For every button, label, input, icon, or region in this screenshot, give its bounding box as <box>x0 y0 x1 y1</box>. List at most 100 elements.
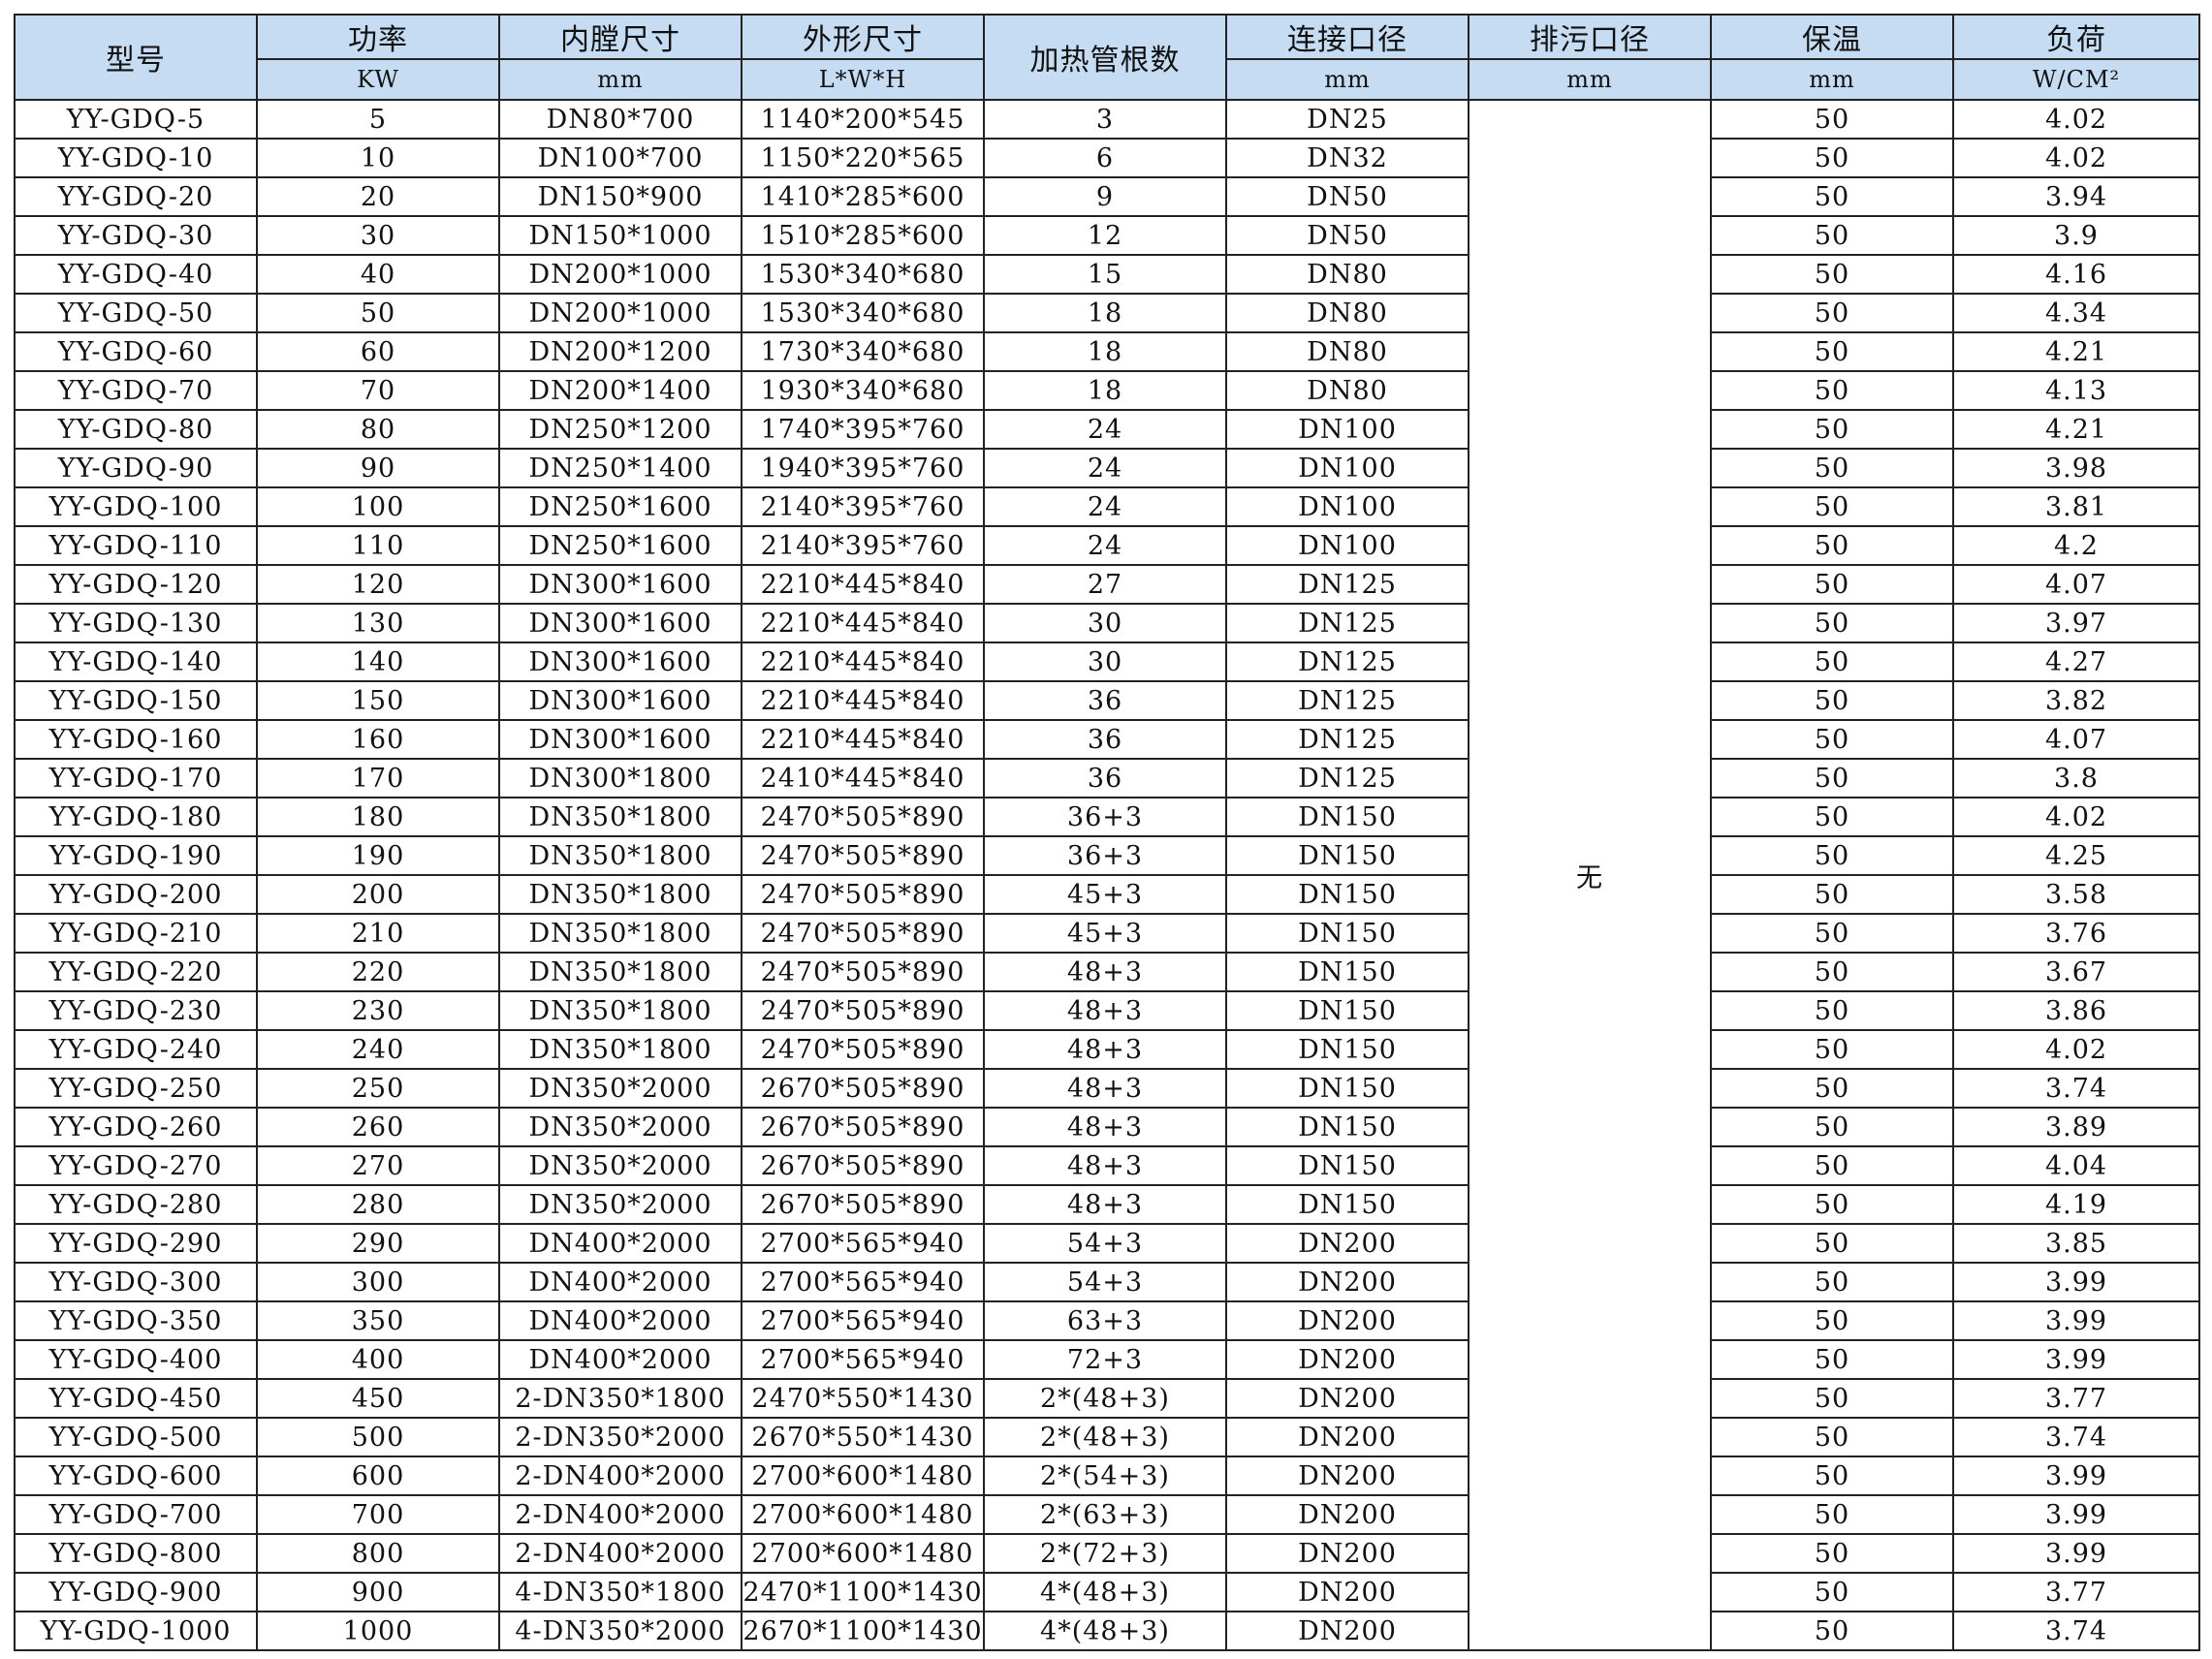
cell-power: 70 <box>256 370 500 411</box>
table-row: YY-GDQ-900 900 4-DN350*1800 2470*1100*1430 4… <box>14 1572 2200 1612</box>
cell-insul: 50 <box>1710 1107 1954 1147</box>
table-row: YY-GDQ-500 500 2-DN350*2000 2670*550*1430 2*… <box>14 1417 2200 1457</box>
header-row-top: 型号 功率 内膛尺寸 外形尺寸 加热管根数 连接口径 排污口径 保温 负荷 <box>14 14 2200 101</box>
table-row: YY-GDQ-100 100 DN250*1600 2140*395*760 24 DN1… <box>14 486 2200 527</box>
cell-load: 3.74 <box>1952 1068 2200 1109</box>
cell-load: 4.27 <box>1952 642 2200 682</box>
cell-inner: DN300*1600 <box>498 564 743 605</box>
cell-model: YY-GDQ-10 <box>14 138 258 178</box>
table-row: YY-GDQ-450 450 2-DN350*1800 2470*550*1430 2*… <box>14 1378 2200 1419</box>
table-row: YY-GDQ-250 250 DN350*2000 2670*505*890 48+3 D… <box>14 1068 2200 1109</box>
cell-power: 130 <box>256 603 500 643</box>
cell-outer: 2670*505*890 <box>741 1184 985 1225</box>
cell-insul: 50 <box>1710 486 1954 527</box>
table-row: YY-GDQ-700 700 2-DN400*2000 2700*600*1480 2*… <box>14 1494 2200 1535</box>
table-row: YY-GDQ-170 170 DN300*1800 2410*445*840 36 DN1… <box>14 758 2200 798</box>
cell-outer: 1930*340*680 <box>741 370 985 411</box>
cell-load: 3.74 <box>1952 1611 2200 1651</box>
cell-power: 10 <box>256 138 500 178</box>
cell-power: 5 <box>256 99 500 140</box>
cell-inner: DN350*1800 <box>498 797 743 837</box>
table-row: YY-GDQ-280 280 DN350*2000 2670*505*890 48+3 D… <box>14 1184 2200 1225</box>
cell-model: YY-GDQ-800 <box>14 1533 258 1574</box>
header-load: 负荷 <box>1952 14 2200 60</box>
table-row: YY-GDQ-190 190 DN350*1800 2470*505*890 36+3 D… <box>14 835 2200 876</box>
cell-tubes: 48+3 <box>983 990 1227 1031</box>
header-insul: 保温 <box>1710 14 1954 60</box>
cell-model: YY-GDQ-110 <box>14 525 258 566</box>
cell-outer: 2470*505*890 <box>741 990 985 1031</box>
cell-tubes: 4*(48+3) <box>983 1572 1227 1612</box>
cell-outer: 1740*395*760 <box>741 409 985 450</box>
cell-conn: DN150 <box>1225 1145 1469 1186</box>
cell-load: 3.67 <box>1952 952 2200 992</box>
cell-outer: 1510*285*600 <box>741 215 985 256</box>
cell-conn: DN200 <box>1225 1533 1469 1574</box>
cell-tubes: 2*(63+3) <box>983 1494 1227 1535</box>
header-tubes: 加热管根数 <box>983 14 1227 101</box>
cell-inner: 2-DN400*2000 <box>498 1533 743 1574</box>
cell-model: YY-GDQ-180 <box>14 797 258 837</box>
cell-insul: 50 <box>1710 913 1954 954</box>
cell-inner: DN300*1800 <box>498 758 743 798</box>
cell-model: YY-GDQ-20 <box>14 176 258 217</box>
cell-tubes: 18 <box>983 331 1227 372</box>
cell-model: YY-GDQ-700 <box>14 1494 258 1535</box>
cell-inner: DN350*1800 <box>498 913 743 954</box>
cell-outer: 2670*505*890 <box>741 1068 985 1109</box>
cell-power: 250 <box>256 1068 500 1109</box>
cell-conn: DN150 <box>1225 1184 1469 1225</box>
cell-model: YY-GDQ-210 <box>14 913 258 954</box>
cell-model: YY-GDQ-280 <box>14 1184 258 1225</box>
cell-power: 280 <box>256 1184 500 1225</box>
cell-insul: 50 <box>1710 1262 1954 1302</box>
cell-load: 3.94 <box>1952 176 2200 217</box>
cell-tubes: 36+3 <box>983 835 1227 876</box>
cell-power: 500 <box>256 1417 500 1457</box>
cell-conn: DN200 <box>1225 1572 1469 1612</box>
cell-conn: DN80 <box>1225 331 1469 372</box>
cell-insul: 50 <box>1710 835 1954 876</box>
cell-tubes: 45+3 <box>983 913 1227 954</box>
cell-inner: DN350*1800 <box>498 952 743 992</box>
cell-tubes: 54+3 <box>983 1262 1227 1302</box>
cell-outer: 2410*445*840 <box>741 758 985 798</box>
cell-outer: 1140*200*545 <box>741 99 985 140</box>
cell-model: YY-GDQ-130 <box>14 603 258 643</box>
cell-inner: DN250*1400 <box>498 448 743 488</box>
cell-inner: 2-DN350*2000 <box>498 1417 743 1457</box>
cell-conn: DN150 <box>1225 835 1469 876</box>
cell-insul: 50 <box>1710 176 1954 217</box>
table-row: YY-GDQ-90 90 DN250*1400 1940*395*760 24 DN100… <box>14 448 2200 488</box>
cell-load: 3.9 <box>1952 215 2200 256</box>
cell-inner: DN350*2000 <box>498 1068 743 1109</box>
cell-insul: 50 <box>1710 1300 1954 1341</box>
cell-load: 3.99 <box>1952 1533 2200 1574</box>
cell-load: 3.99 <box>1952 1339 2200 1380</box>
cell-conn: DN100 <box>1225 525 1469 566</box>
cell-tubes: 30 <box>983 603 1227 643</box>
cell-tubes: 48+3 <box>983 1068 1227 1109</box>
cell-conn: DN150 <box>1225 1068 1469 1109</box>
cell-insul: 50 <box>1710 99 1954 140</box>
table-row: YY-GDQ-300 300 DN400*2000 2700*565*940 54+3 D… <box>14 1262 2200 1302</box>
cell-insul: 50 <box>1710 1339 1954 1380</box>
cell-inner: DN400*2000 <box>498 1262 743 1302</box>
cell-model: YY-GDQ-290 <box>14 1223 258 1264</box>
cell-model: YY-GDQ-100 <box>14 486 258 527</box>
cell-conn: DN125 <box>1225 758 1469 798</box>
cell-model: YY-GDQ-170 <box>14 758 258 798</box>
cell-tubes: 3 <box>983 99 1227 140</box>
table-row: YY-GDQ-180 180 DN350*1800 2470*505*890 36+3 D… <box>14 797 2200 837</box>
cell-insul: 50 <box>1710 448 1954 488</box>
cell-power: 190 <box>256 835 500 876</box>
cell-model: YY-GDQ-90 <box>14 448 258 488</box>
cell-tubes: 36 <box>983 680 1227 721</box>
cell-load: 3.58 <box>1952 874 2200 915</box>
cell-conn: DN150 <box>1225 797 1469 837</box>
cell-inner: DN400*2000 <box>498 1223 743 1264</box>
cell-tubes: 24 <box>983 525 1227 566</box>
cell-load: 3.85 <box>1952 1223 2200 1264</box>
cell-conn: DN150 <box>1225 1029 1469 1070</box>
cell-inner: DN250*1600 <box>498 486 743 527</box>
